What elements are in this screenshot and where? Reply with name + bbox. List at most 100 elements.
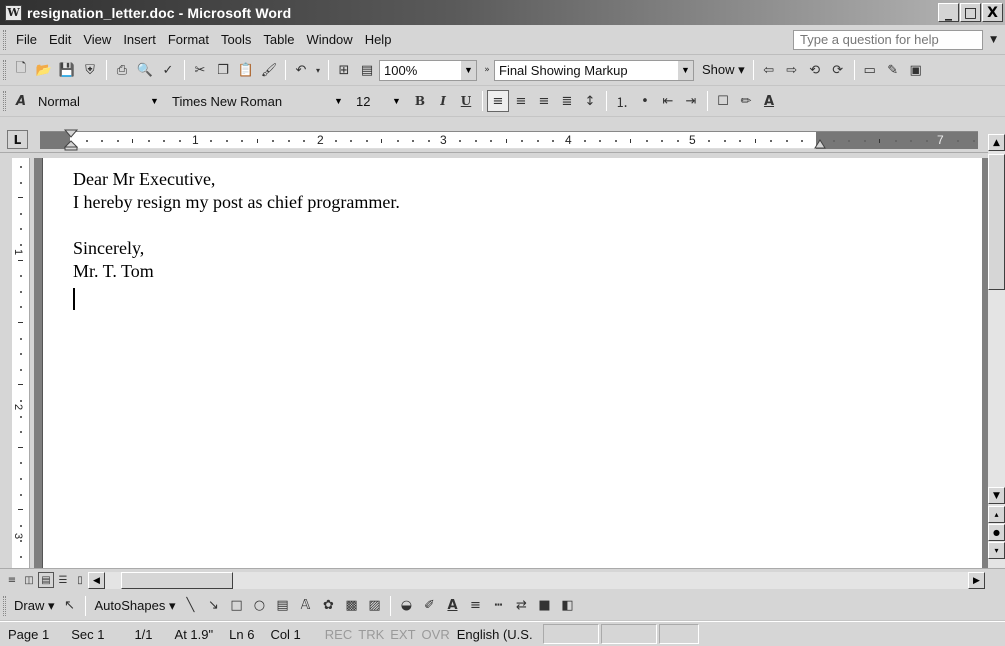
shadow-style-icon[interactable]: ■: [533, 595, 555, 617]
menu-edit[interactable]: Edit: [43, 32, 77, 47]
fill-color-icon[interactable]: ◒: [395, 595, 417, 617]
insert-table-icon[interactable]: ⊞: [333, 59, 355, 81]
line-spacing-icon[interactable]: ↕: [579, 90, 601, 112]
select-browse-object-icon[interactable]: ●: [988, 524, 1005, 541]
help-search-input[interactable]: Type a question for help: [793, 30, 983, 50]
scroll-right-icon[interactable]: ▶: [968, 572, 985, 589]
menu-insert[interactable]: Insert: [117, 32, 162, 47]
scroll-thumb[interactable]: [988, 154, 1005, 290]
scroll-left-icon[interactable]: ◀: [88, 572, 105, 589]
print-preview-icon[interactable]: 🔍: [134, 59, 156, 81]
word-app-icon[interactable]: W: [5, 4, 22, 21]
bold-button[interactable]: B: [409, 90, 431, 112]
open-folder-icon[interactable]: 📂: [33, 59, 55, 81]
document-body[interactable]: Dear Mr Executive, I hereby resign my po…: [73, 168, 400, 283]
print-icon[interactable]: ⎙: [111, 59, 133, 81]
menu-view[interactable]: View: [77, 32, 117, 47]
next-change-icon[interactable]: ⇨: [781, 59, 803, 81]
columns-icon[interactable]: ▤: [356, 59, 378, 81]
vertical-scrollbar[interactable]: ▲ ▼ ▴ ● ▾: [988, 134, 1005, 568]
menu-window[interactable]: Window: [300, 32, 358, 47]
menu-table[interactable]: Table: [257, 32, 300, 47]
clip-art-icon[interactable]: ▩: [340, 595, 362, 617]
reviewing-pane-icon[interactable]: ▣: [905, 59, 927, 81]
web-layout-icon[interactable]: ◫: [21, 572, 37, 588]
menu-file[interactable]: File: [10, 32, 43, 47]
line-icon[interactable]: ╲: [179, 595, 201, 617]
increase-indent-icon[interactable]: ⇥: [680, 90, 702, 112]
indent-marker-icon[interactable]: [64, 129, 78, 151]
chevron-down-icon[interactable]: ▼: [331, 91, 346, 111]
rectangle-icon[interactable]: □: [225, 595, 247, 617]
copy-icon[interactable]: ❐: [212, 59, 234, 81]
reject-change-icon[interactable]: ⟳: [827, 59, 849, 81]
undo-icon[interactable]: ↶: [290, 59, 312, 81]
outline-view-icon[interactable]: ☰: [55, 572, 71, 588]
scroll-up-icon[interactable]: ▲: [988, 134, 1005, 151]
align-center-icon[interactable]: ≡: [510, 90, 532, 112]
insert-picture-icon[interactable]: ▨: [363, 595, 385, 617]
menu-tools[interactable]: Tools: [215, 32, 257, 47]
minimize-button[interactable]: _: [938, 3, 959, 22]
cut-icon[interactable]: ✂: [189, 59, 211, 81]
close-button[interactable]: X: [982, 3, 1003, 22]
align-left-icon[interactable]: ≡: [487, 90, 509, 112]
menu-format[interactable]: Format: [162, 32, 215, 47]
arrow-icon[interactable]: ↘: [202, 595, 224, 617]
next-page-icon[interactable]: ▾: [988, 542, 1005, 559]
align-right-icon[interactable]: ≡: [533, 90, 555, 112]
diagram-icon[interactable]: ✿: [317, 595, 339, 617]
text-box-icon[interactable]: ▤: [271, 595, 293, 617]
horizontal-ruler[interactable]: 1 2 3 4 5 7: [40, 129, 978, 151]
document-page[interactable]: Dear Mr Executive, I hereby resign my po…: [42, 158, 982, 568]
font-size-select[interactable]: 12 ▼: [351, 91, 405, 112]
save-icon[interactable]: 💾: [56, 59, 78, 81]
zoom-select[interactable]: 100% ▼: [379, 59, 477, 81]
font-color-icon[interactable]: A: [758, 90, 780, 112]
chevron-down-icon[interactable]: ▼: [461, 60, 476, 80]
new-document-icon[interactable]: 🗋: [10, 59, 32, 81]
permission-icon[interactable]: ⛨: [79, 59, 101, 81]
3d-style-icon[interactable]: ◧: [556, 595, 578, 617]
track-changes-icon[interactable]: ✎: [882, 59, 904, 81]
bullets-icon[interactable]: •: [634, 90, 656, 112]
markup-mode-select[interactable]: Final Showing Markup ▼: [494, 59, 694, 81]
chevron-down-icon[interactable]: ▼: [389, 91, 404, 111]
reading-layout-icon[interactable]: ▯: [72, 572, 88, 588]
draw-menu-button[interactable]: Draw ▾: [10, 598, 58, 614]
toolbar-options-icon[interactable]: »: [481, 59, 493, 81]
format-painter-icon[interactable]: 🖌: [258, 59, 280, 81]
italic-button[interactable]: I: [432, 90, 454, 112]
scroll-down-icon[interactable]: ▼: [988, 487, 1005, 504]
status-trk[interactable]: TRK: [355, 627, 387, 642]
restore-button[interactable]: □: [960, 3, 981, 22]
wordart-icon[interactable]: 𝔸: [294, 595, 316, 617]
previous-page-icon[interactable]: ▴: [988, 506, 1005, 523]
dash-style-icon[interactable]: ┅: [487, 595, 509, 617]
status-ext[interactable]: EXT: [387, 627, 418, 642]
menu-help[interactable]: Help: [359, 32, 398, 47]
style-select[interactable]: Normal ▼: [33, 91, 163, 112]
spelling-icon[interactable]: ✓: [157, 59, 179, 81]
paste-icon[interactable]: 📋: [235, 59, 257, 81]
status-ovr[interactable]: OVR: [419, 627, 453, 642]
print-layout-icon[interactable]: ▤: [38, 572, 54, 588]
insert-comment-icon[interactable]: ▭: [859, 59, 881, 81]
arrow-style-icon[interactable]: ⇄: [510, 595, 532, 617]
styles-pane-icon[interactable]: A: [10, 90, 32, 112]
numbering-icon[interactable]: ⒈: [611, 90, 633, 112]
border-icon[interactable]: ☐: [712, 90, 734, 112]
line-style-icon[interactable]: ≡: [464, 595, 486, 617]
chevron-down-icon[interactable]: ▼: [678, 60, 693, 80]
vertical-ruler[interactable]: 1 2 3: [12, 158, 30, 568]
font-color-icon[interactable]: A: [441, 595, 463, 617]
status-rec[interactable]: REC: [309, 627, 355, 642]
right-indent-icon[interactable]: [814, 139, 826, 150]
font-select[interactable]: Times New Roman ▼: [167, 91, 347, 112]
chevron-down-icon[interactable]: ▼: [147, 91, 162, 111]
justify-icon[interactable]: ≣: [556, 90, 578, 112]
underline-button[interactable]: U: [455, 90, 477, 112]
accept-change-icon[interactable]: ⟲: [804, 59, 826, 81]
normal-view-icon[interactable]: ≡: [4, 572, 20, 588]
horizontal-scroll-track[interactable]: [105, 572, 980, 589]
